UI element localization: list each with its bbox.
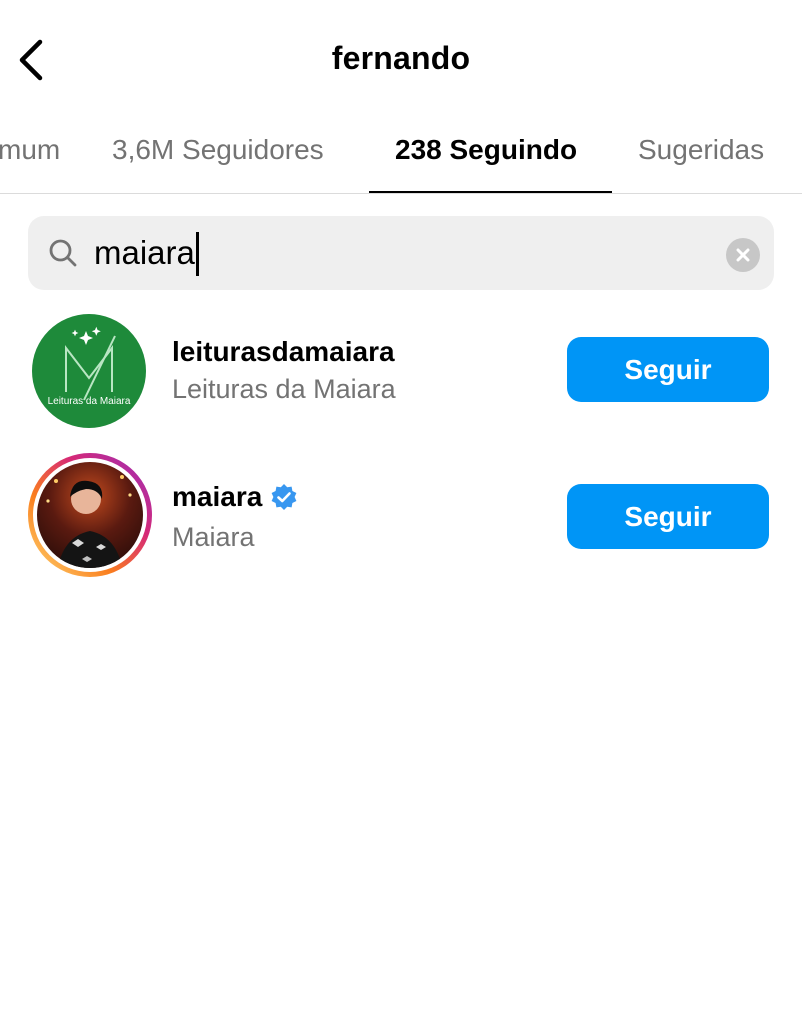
username-row: maiara <box>172 481 298 513</box>
tab-suggested[interactable]: Sugeridas <box>638 134 764 166</box>
page-title: fernando <box>331 40 471 76</box>
full-name: Maiara <box>172 522 255 552</box>
username[interactable]: leiturasdamaiara <box>172 336 395 368</box>
tab-mutual[interactable]: mum <box>0 134 60 166</box>
list-item[interactable]: maiara Maiara Seguir <box>0 451 802 581</box>
follow-button[interactable]: Seguir <box>567 337 769 402</box>
avatar[interactable]: Leituras da Maiara <box>32 314 146 428</box>
logo-text: Leituras da Maiara <box>47 396 131 407</box>
header: fernando <box>0 0 802 120</box>
search-bar <box>28 216 774 290</box>
clear-search-button[interactable] <box>726 238 760 272</box>
search-input[interactable] <box>94 226 694 280</box>
tab-followers[interactable]: 3,6M Seguidores <box>112 134 324 166</box>
leituras-logo-image <box>32 314 146 428</box>
tab-following[interactable]: 238 Seguindo <box>395 134 577 166</box>
clear-icon <box>736 248 750 262</box>
text-caret <box>196 232 199 276</box>
username[interactable]: maiara <box>172 481 262 513</box>
username-row: leiturasdamaiara <box>172 336 395 368</box>
active-tab-indicator <box>369 191 612 193</box>
verified-badge-icon <box>271 484 297 510</box>
avatar[interactable] <box>26 451 154 579</box>
full-name: Leituras da Maiara <box>172 374 396 404</box>
search-icon <box>49 239 77 267</box>
list-item[interactable]: Leituras da Maiara leiturasdamaiara Leit… <box>0 312 802 442</box>
story-ring-avatar <box>28 453 152 577</box>
tab-bar: mum 3,6M Seguidores 238 Seguindo Sugerid… <box>0 120 802 194</box>
follow-button[interactable]: Seguir <box>567 484 769 549</box>
